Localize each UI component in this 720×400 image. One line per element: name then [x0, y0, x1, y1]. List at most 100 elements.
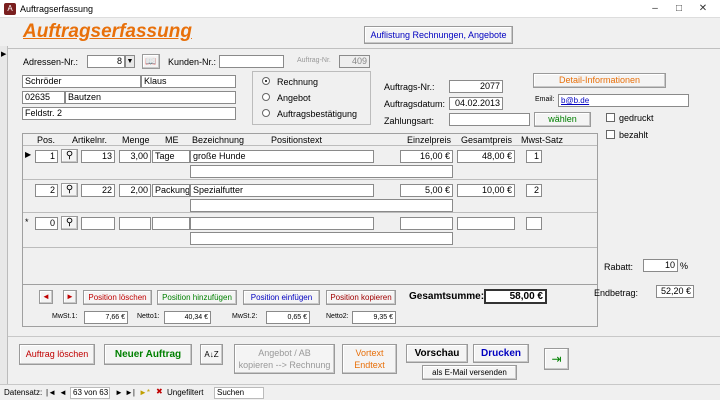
drucken-button[interactable]: Drucken — [473, 344, 529, 363]
position-einfuegen-button[interactable]: Position einfügen — [243, 290, 320, 305]
detail-info-button[interactable]: Detail-Informationen — [533, 73, 666, 88]
radio-angebot-label: Angebot — [277, 93, 311, 103]
bezahlt-label: bezahlt — [619, 130, 649, 140]
netto2-field: 9,35 € — [352, 311, 396, 324]
current-record-marker-icon: ▶ — [1, 51, 7, 58]
prev-record-icon[interactable]: ◄ — [59, 388, 67, 397]
rabatt-field[interactable]: 10 — [643, 259, 678, 272]
vortext-endtext-button[interactable]: Vortext Endtext — [342, 344, 397, 374]
bezahlt-checkbox[interactable] — [606, 130, 615, 139]
col-menge: Menge — [122, 135, 150, 145]
last-record-icon[interactable]: ►| — [125, 388, 135, 397]
menge-field[interactable]: 2,00 — [119, 184, 151, 197]
record-number-field[interactable]: 63 von 63 — [70, 387, 110, 399]
me-field[interactable]: Tage — [152, 150, 190, 163]
exit-button[interactable]: ⇥ — [544, 348, 569, 370]
radio-rechnung-label: Rechnung — [277, 77, 319, 87]
vortext-line2: Endtext — [354, 360, 385, 370]
artikel-field[interactable]: 13 — [81, 150, 115, 163]
pos-field[interactable]: 1 — [35, 150, 58, 163]
last-name-field[interactable]: Schröder — [22, 75, 141, 88]
gesamt-label: Gesamtsumme: — [409, 291, 485, 302]
vorschau-button[interactable]: Vorschau — [406, 344, 468, 363]
table-row[interactable]: 2 ⚲ 22 2,00 Packung Spezialfutter 5,00 €… — [23, 179, 597, 213]
next-position-button[interactable]: ► — [63, 290, 77, 304]
col-me: ME — [165, 135, 179, 145]
gesamtpreis-field[interactable] — [457, 217, 515, 230]
position-loeschen-button[interactable]: Position löschen — [83, 290, 152, 305]
endbetrag-label: Endbetrag: — [594, 288, 639, 298]
positionstext-field[interactable] — [190, 165, 453, 178]
table-row[interactable]: * 0 ⚲ — [23, 212, 597, 248]
prev-position-button[interactable]: ◄ — [39, 290, 53, 304]
artikel-field[interactable] — [81, 217, 115, 230]
waehlen-button[interactable]: wählen — [534, 112, 591, 127]
city-field[interactable]: Bautzen — [65, 91, 236, 104]
zip-field[interactable]: 02635 — [22, 91, 65, 104]
gesamtpreis-field[interactable]: 48,00 € — [457, 150, 515, 163]
mwst-field[interactable] — [526, 217, 542, 230]
endbetrag-field: 52,20 € — [656, 285, 694, 298]
einzelpreis-field[interactable]: 5,00 € — [400, 184, 453, 197]
pos-field[interactable]: 2 — [35, 184, 58, 197]
einzelpreis-field[interactable] — [400, 217, 453, 230]
gedruckt-checkbox[interactable] — [606, 113, 615, 122]
next-record-icon[interactable]: ► — [115, 388, 123, 397]
listing-button[interactable]: Auflistung Rechnungen, Angebote — [364, 26, 513, 44]
pos-field[interactable]: 0 — [35, 217, 58, 230]
record-selector[interactable]: ▶ — [0, 46, 8, 386]
row-marker: * — [25, 217, 29, 227]
radio-angebot[interactable] — [262, 93, 270, 101]
chevron-down-icon[interactable]: ▼ — [125, 55, 135, 68]
artikel-field[interactable]: 22 — [81, 184, 115, 197]
auftrag-loeschen-button[interactable]: Auftrag löschen — [19, 344, 95, 365]
bezeichnung-field[interactable]: große Hunde — [190, 150, 374, 163]
kopieren-line1: Angebot / AB — [258, 348, 311, 358]
filter-status[interactable]: Ungefiltert — [167, 388, 203, 397]
first-name-field[interactable]: Klaus — [141, 75, 236, 88]
positionstext-field[interactable] — [190, 199, 453, 212]
gesamtpreis-field[interactable]: 10,00 € — [457, 184, 515, 197]
mwst-field[interactable]: 1 — [526, 150, 542, 163]
col-artikel: Artikelnr. — [72, 135, 108, 145]
kopieren-rechnung-button[interactable]: Angebot / AB kopieren --> Rechnung — [234, 344, 335, 374]
kunden-field[interactable] — [219, 55, 284, 68]
auftragsnr-field[interactable]: 2077 — [449, 80, 503, 93]
position-kopieren-button[interactable]: Position kopieren — [326, 290, 396, 305]
address-book-button[interactable]: 📖 — [142, 54, 160, 69]
binoculars-icon[interactable]: ⚲ — [61, 216, 78, 230]
datum-field[interactable]: 04.02.2013 — [449, 97, 503, 110]
minimize-button[interactable]: – — [646, 2, 664, 16]
first-record-icon[interactable]: |◄ — [46, 388, 56, 397]
binoculars-icon[interactable]: ⚲ — [61, 183, 78, 197]
radio-rechnung[interactable] — [262, 77, 270, 85]
maximize-button[interactable]: □ — [670, 2, 688, 16]
radio-auftragsbestaetigung[interactable] — [262, 109, 270, 117]
street-field[interactable]: Feldstr. 2 — [22, 107, 236, 120]
adressen-select[interactable]: 8 — [87, 55, 125, 68]
bezeichnung-field[interactable]: Spezialfutter — [190, 184, 374, 197]
search-input[interactable]: Suchen — [214, 387, 264, 399]
einzelpreis-field[interactable]: 16,00 € — [400, 150, 453, 163]
new-record-icon[interactable]: ►* — [139, 388, 150, 397]
mwst-field[interactable]: 2 — [526, 184, 542, 197]
position-hinzufuegen-button[interactable]: Position hinzufügen — [157, 290, 237, 305]
sort-button[interactable]: A↓Z — [200, 344, 223, 365]
menge-field[interactable] — [119, 217, 151, 230]
positionstext-field[interactable] — [190, 232, 453, 245]
mwst1-field: 7,66 € — [84, 311, 128, 324]
email-send-button[interactable]: als E-Mail versenden — [422, 365, 517, 380]
me-field[interactable]: Packung — [152, 184, 190, 197]
menge-field[interactable]: 3,00 — [119, 150, 151, 163]
close-button[interactable]: ✕ — [694, 2, 712, 16]
neuer-auftrag-button[interactable]: Neuer Auftrag — [104, 344, 192, 365]
me-field[interactable] — [152, 217, 190, 230]
bezeichnung-field[interactable] — [190, 217, 374, 230]
radio-auftragsbestaetigung-label: Auftragsbestätigung — [277, 109, 358, 119]
zahlungsart-field[interactable] — [449, 113, 530, 126]
filter-icon[interactable]: ✖ — [156, 387, 163, 396]
table-row[interactable]: ▶ 1 ⚲ 13 3,00 Tage große Hunde 16,00 € 4… — [23, 145, 597, 181]
col-bezeichnung: Bezeichnung — [192, 135, 245, 145]
binoculars-icon[interactable]: ⚲ — [61, 149, 78, 163]
email-field[interactable]: b@b.de — [558, 94, 689, 107]
